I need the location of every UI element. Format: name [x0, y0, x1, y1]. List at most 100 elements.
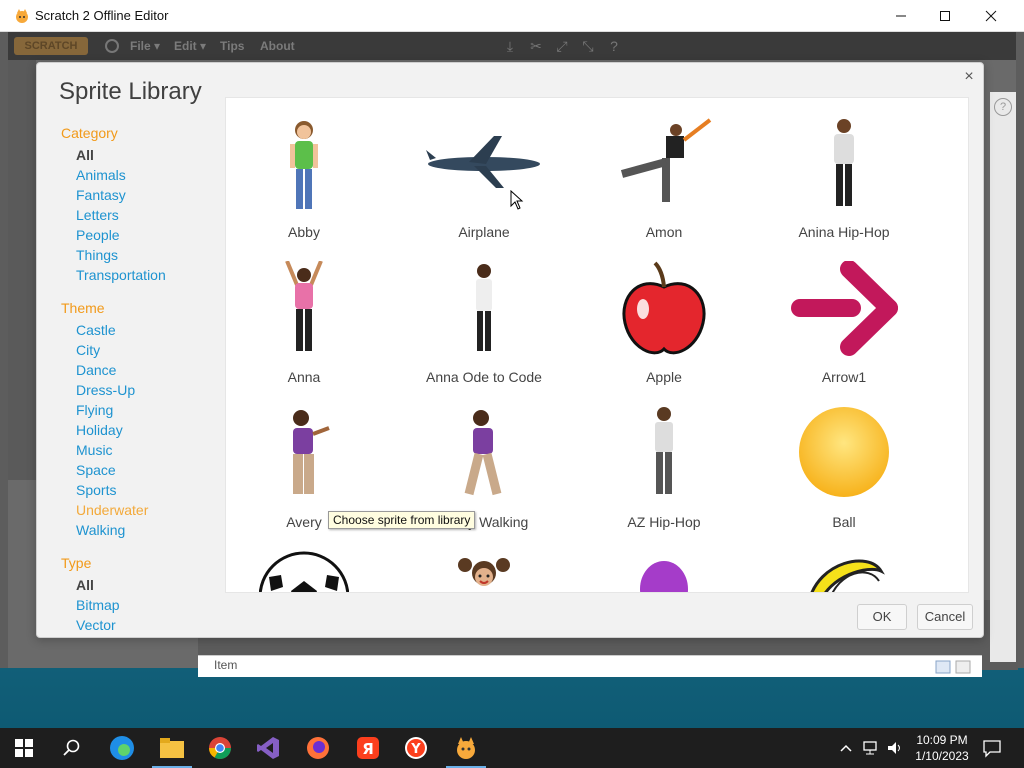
taskbar-visual-studio[interactable] — [244, 728, 292, 768]
sprite-bananas[interactable] — [754, 543, 934, 592]
sprite-ball[interactable]: Ball — [754, 398, 934, 538]
sprite-label: AZ Hip-Hop — [627, 514, 701, 530]
theme-city[interactable]: City — [76, 342, 100, 358]
theme-space[interactable]: Space — [76, 462, 116, 478]
category-all[interactable]: All — [76, 147, 94, 163]
scratch-logo[interactable]: SCRATCH — [14, 37, 88, 55]
theme-dance[interactable]: Dance — [76, 362, 116, 378]
category-letters[interactable]: Letters — [76, 207, 119, 223]
chevron-up-icon[interactable] — [838, 740, 854, 756]
amon-sprite-icon — [620, 118, 712, 202]
sprite-label: Abby — [288, 224, 320, 240]
sprite-abby[interactable]: Abby — [226, 108, 394, 248]
scratch-menubar: SCRATCH File ▾ Edit ▾ Tips About ⤓ ✂ ⤢ ⤡… — [8, 32, 1016, 60]
maximize-button[interactable] — [922, 0, 968, 32]
window-title: Scratch 2 Offline Editor — [35, 8, 169, 23]
sprite-girl-pigtails[interactable] — [394, 543, 574, 592]
duplicate-tool-icon[interactable]: ⤓ — [502, 38, 518, 54]
volume-icon[interactable] — [886, 740, 904, 756]
sprite-anna[interactable]: Anna — [226, 253, 394, 393]
menu-about[interactable]: About — [260, 39, 295, 53]
category-fantasy[interactable]: Fantasy — [76, 187, 126, 203]
sprite-amon[interactable]: Amon — [574, 108, 754, 248]
sprite-label: Anna Ode to Code — [426, 369, 542, 385]
type-bitmap[interactable]: Bitmap — [76, 597, 120, 613]
airplane-sprite-icon — [426, 136, 540, 188]
theme-dress-up[interactable]: Dress-Up — [76, 382, 135, 398]
theme-sports[interactable]: Sports — [76, 482, 116, 498]
sprite-soccer-ball[interactable] — [226, 543, 394, 592]
category-people[interactable]: People — [76, 227, 120, 243]
edge-icon — [110, 736, 134, 760]
close-icon — [985, 10, 997, 22]
category-things[interactable]: Things — [76, 247, 118, 263]
category-heading: Category — [61, 125, 118, 141]
sprite-az-hip-hop[interactable]: AZ Hip-Hop — [574, 398, 754, 538]
firefox-icon — [307, 737, 329, 759]
system-tray: 10:09 PM 1/10/2023 — [838, 728, 1024, 768]
anina-hip-hop-sprite-icon — [834, 119, 854, 206]
menu-edit[interactable]: Edit ▾ — [174, 39, 206, 53]
help-tool-icon[interactable]: ? — [606, 38, 622, 54]
sprite-apple[interactable]: Apple — [574, 253, 754, 393]
svg-text:Y: Y — [410, 742, 421, 757]
sprite-label: Anna — [287, 369, 321, 385]
theme-music[interactable]: Music — [76, 442, 113, 458]
az-hip-hop-sprite-icon — [655, 407, 673, 494]
type-all[interactable]: All — [76, 577, 94, 593]
category-animals[interactable]: Animals — [76, 167, 126, 183]
menu-file[interactable]: File ▾ — [130, 39, 160, 53]
windows-start-icon — [15, 739, 33, 757]
dialog-title: Sprite Library — [59, 78, 202, 105]
notifications-icon[interactable] — [982, 738, 1002, 758]
avery-walking-sprite-icon — [464, 410, 502, 496]
taskbar-chrome[interactable] — [196, 728, 244, 768]
cut-tool-icon[interactable]: ✂ — [528, 38, 544, 54]
menu-tips[interactable]: Tips — [220, 39, 244, 53]
windows-taskbar: Я Y 10:09 PM 1/10/2023 — [0, 728, 1024, 768]
dialog-close-icon[interactable]: × — [961, 69, 977, 85]
theme-castle[interactable]: Castle — [76, 322, 116, 338]
sprite-library-dialog: Sprite Library × Category All Animals Fa… — [36, 62, 984, 638]
svg-text:Я: Я — [362, 740, 374, 758]
start-button[interactable] — [0, 728, 48, 768]
view-mode-icons[interactable] — [934, 659, 974, 675]
minimize-button[interactable] — [878, 0, 924, 32]
grow-tool-icon[interactable]: ⤢ — [554, 38, 570, 54]
sprite-label: Anina Hip-Hop — [798, 224, 890, 240]
ok-button[interactable]: OK — [857, 604, 907, 630]
sprite-airplane[interactable]: Airplane — [394, 108, 574, 248]
side-help-panel: ? — [990, 92, 1016, 662]
category-transportation[interactable]: Transportation — [76, 267, 166, 283]
sprite-anina-hip-hop[interactable]: Anina Hip-Hop — [754, 108, 934, 248]
taskbar-yandex-browser[interactable]: Я — [344, 728, 392, 768]
taskbar-yandex[interactable]: Y — [392, 728, 440, 768]
sprite-purple-balloon[interactable] — [574, 543, 754, 592]
network-icon[interactable] — [862, 740, 880, 756]
soccer-ball-icon — [259, 551, 349, 592]
stage-panel — [8, 60, 36, 480]
close-window-button[interactable] — [968, 0, 1014, 32]
sprite-anna-ode-to-code[interactable]: Anna Ode to Code — [394, 253, 574, 393]
taskbar-firefox[interactable] — [294, 728, 342, 768]
clock-date: 1/10/2023 — [915, 749, 969, 763]
taskbar-edge[interactable] — [98, 728, 146, 768]
shrink-tool-icon[interactable]: ⤡ — [580, 38, 596, 54]
help-icon[interactable]: ? — [994, 98, 1012, 116]
purple-balloon-icon — [640, 561, 688, 592]
type-vector[interactable]: Vector — [76, 617, 116, 633]
taskbar-file-explorer[interactable] — [148, 728, 196, 768]
cancel-button[interactable]: Cancel — [917, 604, 973, 630]
language-globe-icon[interactable] — [105, 39, 119, 53]
theme-holiday[interactable]: Holiday — [76, 422, 123, 438]
theme-underwater[interactable]: Underwater — [76, 502, 148, 518]
girl-pigtails-icon — [458, 558, 510, 586]
abby-sprite-icon — [290, 121, 318, 209]
taskbar-scratch[interactable] — [442, 728, 490, 768]
anna-sprite-icon — [285, 261, 323, 351]
sprite-arrow1[interactable]: Arrow1 — [754, 253, 934, 393]
search-button[interactable] — [48, 728, 96, 768]
theme-walking[interactable]: Walking — [76, 522, 125, 538]
taskbar-clock[interactable]: 10:09 PM 1/10/2023 — [912, 732, 972, 764]
theme-flying[interactable]: Flying — [76, 402, 113, 418]
